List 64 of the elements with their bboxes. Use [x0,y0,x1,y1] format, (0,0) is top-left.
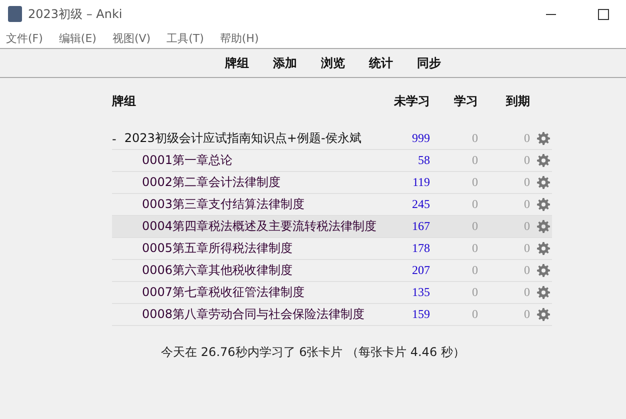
gear-icon[interactable] [537,286,550,299]
learn-count: 0 [471,153,478,168]
gear-icon[interactable] [537,264,550,277]
deck-name[interactable]: 0005第五章所得税法律制度 [142,240,293,257]
due-count: 0 [523,197,530,212]
learn-count: 0 [471,285,478,300]
deck-name[interactable]: 2023初级会计应试指南知识点+例题-侯永斌 [124,130,362,147]
deck-row[interactable]: 0004第四章税法概述及主要流转税法律制度 167 0 0 [112,216,552,238]
deck-name[interactable]: 0006第六章其他税收律制度 [142,262,293,279]
deck-name[interactable]: 0002第二章会计法律制度 [142,174,281,191]
learn-count: 0 [471,197,478,212]
collapse-toggle[interactable]: - [112,130,116,147]
toolbar-button[interactable]: 浏览 [321,54,345,72]
new-count: 135 [411,285,430,300]
gear-icon[interactable] [537,220,550,233]
gear-icon[interactable] [537,308,550,321]
gear-icon[interactable] [537,176,550,189]
due-count: 0 [523,307,530,322]
gear-icon[interactable] [537,242,550,255]
menu-item[interactable]: 帮助(H) [220,30,259,46]
app-icon [8,6,22,22]
learn-count: 0 [471,219,478,234]
new-count: 119 [411,175,430,190]
due-count: 0 [523,241,530,256]
new-count: 167 [411,219,430,234]
gear-icon[interactable] [537,198,550,211]
new-count: 245 [411,197,430,212]
new-count: 178 [411,241,430,256]
column-header: 学习 [453,92,478,110]
due-count: 0 [523,131,530,146]
learn-count: 0 [471,307,478,322]
window-title: 2023初级 – Anki [28,6,124,22]
deck-name[interactable]: 0003第三章支付结算法律制度 [142,196,305,213]
gear-icon[interactable] [537,154,550,167]
learn-count: 0 [471,175,478,190]
toolbar-button[interactable]: 添加 [273,54,297,72]
new-count: 207 [411,263,430,278]
gear-icon[interactable] [537,132,550,145]
due-count: 0 [523,175,530,190]
deck-name[interactable]: 0004第四章税法概述及主要流转税法律制度 [142,218,377,235]
deck-name[interactable]: 0007第七章税收征管法律制度 [142,284,305,301]
due-count: 0 [523,263,530,278]
learn-count: 0 [471,263,478,278]
toolbar-button[interactable]: 统计 [369,54,393,72]
due-count: 0 [523,219,530,234]
menu-item[interactable]: 视图(V) [112,30,151,46]
due-count: 0 [523,153,530,168]
toolbar-button[interactable]: 同步 [417,54,441,72]
toolbar-button[interactable]: 牌组 [225,54,249,72]
deck-name[interactable]: 0001第一章总论 [142,152,233,169]
column-header: 牌组 [112,92,137,110]
new-count: 159 [411,307,430,322]
learn-count: 0 [471,241,478,256]
study-summary: 今天在 26.76秒内学习了 6张卡片 （每张卡片 4.46 秒） [160,344,466,361]
learn-count: 0 [471,131,478,146]
due-count: 0 [523,285,530,300]
new-count: 999 [411,131,430,146]
menu-item[interactable]: 工具(T) [166,30,204,46]
menu-item[interactable]: 文件(F) [6,30,43,46]
column-header: 到期 [504,92,530,110]
menu-item[interactable]: 编辑(E) [58,30,96,46]
column-header: 未学习 [393,92,430,110]
deck-name[interactable]: 0008第八章劳动合同与社会保险法律制度 [142,306,365,323]
new-count: 58 [417,153,430,168]
